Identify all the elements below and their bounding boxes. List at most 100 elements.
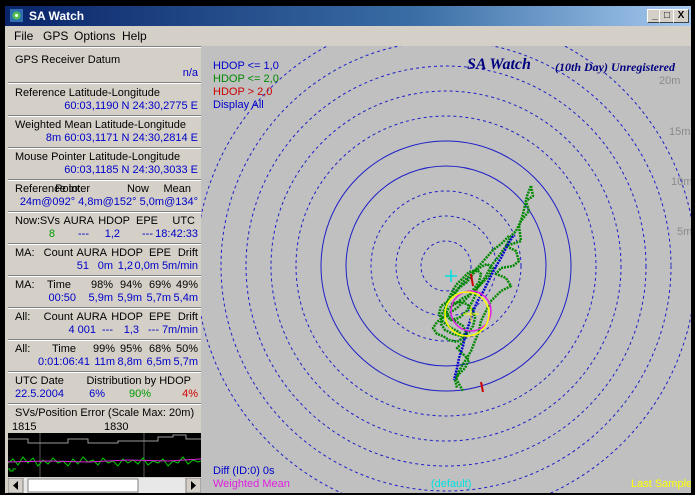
- all-time-h5: 50%: [175, 343, 198, 355]
- ma-count-h3: HDOP: [111, 247, 143, 259]
- utc-date: 22.5.2004: [15, 388, 64, 400]
- all-count-label: All:: [15, 311, 31, 323]
- ma-count-v4: 0,0m: [134, 260, 159, 272]
- weighted-mean-label: Weighted Mean Latitude-Longitude: [15, 119, 187, 131]
- ma-time-h1: Time: [46, 279, 71, 291]
- all-count-v3: 1,3: [123, 324, 139, 336]
- ring-label-20m: 20m: [659, 75, 681, 87]
- weighted-mean-value: 8m 60:03,1171 N 24:30,2814 E: [45, 132, 198, 144]
- menu-options[interactable]: Options: [74, 29, 115, 43]
- all-count-h1: Count: [43, 311, 73, 323]
- position-plot[interactable]: HDOP <= 1,0 HDOP <= 2,0 HDOP > 2,0 Displ…: [201, 46, 691, 493]
- ma-time-h2: 98%: [90, 279, 113, 291]
- ma-time-v3: 5,9m: [117, 292, 142, 304]
- mouse-label: Mouse Pointer Latitude-Longitude: [15, 151, 181, 163]
- all-count-h3: HDOP: [111, 311, 143, 323]
- divider: [8, 339, 201, 341]
- divider: [8, 275, 201, 277]
- close-button[interactable]: X: [673, 9, 689, 23]
- ma-time-label: MA:: [15, 279, 35, 291]
- divider: [8, 371, 201, 373]
- divider: [8, 211, 201, 213]
- menu-file[interactable]: File: [14, 29, 33, 43]
- all-count-v1: 4 001: [68, 324, 96, 336]
- legend-hdop-2[interactable]: HDOP <= 2,0: [213, 73, 279, 85]
- all-time-h1: Time: [51, 343, 76, 355]
- datum-value: n/a: [182, 67, 198, 79]
- ma-count-h2: AURA: [76, 247, 107, 259]
- all-time-v5: 5,7m: [173, 356, 198, 368]
- diff-status: Diff (ID:0) 0s: [213, 465, 275, 477]
- all-count-v2: ---: [102, 324, 113, 336]
- ma-time-v5: 5,4m: [173, 292, 198, 304]
- ma-time-h3: 94%: [119, 279, 142, 291]
- datum-label: GPS Receiver Datum: [15, 54, 121, 66]
- all-count-h4: EPE: [148, 311, 171, 323]
- mouse-value: 60:03,1185 N 24:30,3033 E: [64, 164, 198, 176]
- app-window: SA Watch _ □ X File GPS Options Help GPS…: [5, 6, 691, 493]
- now-h5: UTC: [172, 215, 195, 227]
- all-time-v4: 6,5m: [146, 356, 171, 368]
- menu-gps[interactable]: GPS: [43, 29, 68, 43]
- graph-scrollbar[interactable]: [8, 478, 201, 493]
- track-hdop-3b: [480, 381, 484, 393]
- distribution-label: Distribution by HDOP: [86, 375, 191, 387]
- utc-label: UTC Date: [15, 375, 64, 387]
- divider: [8, 403, 201, 405]
- ma-count-h4: EPE: [148, 247, 171, 259]
- ref-to-h1: Pointer: [55, 183, 90, 195]
- divider: [8, 115, 201, 117]
- now-h1: SVs: [39, 215, 60, 227]
- all-time-h2: 99%: [92, 343, 115, 355]
- ma-count-v1: 51: [76, 260, 89, 272]
- now-utc: 18:42:33: [155, 228, 198, 240]
- all-count-v5: 7m/min: [161, 324, 198, 336]
- weighted-mean-legend: Weighted Mean: [213, 478, 290, 490]
- menu-help[interactable]: Help: [122, 29, 147, 43]
- ma-count-v3: 1,2: [117, 260, 133, 272]
- now-h4: EPE: [135, 215, 158, 227]
- last-sample-legend: Last Sample: [631, 478, 691, 490]
- ring-label-5m: 5m: [677, 226, 691, 238]
- menu-bar: File GPS Options Help: [5, 26, 691, 45]
- ref-to-h3: Mean: [163, 183, 191, 195]
- svs-error-graph: 1815 1830: [8, 419, 201, 477]
- plot-subtitle: (10th Day) Unregistered: [555, 60, 675, 74]
- dist-hdop-3: 4%: [182, 388, 198, 400]
- ring-label-10m: 10m: [671, 176, 691, 188]
- ma-count-v2: 0m: [97, 260, 113, 272]
- divider: [8, 147, 201, 149]
- legend-hdop-3[interactable]: HDOP > 2,0: [213, 86, 272, 98]
- ref-to-values: 24m@092° 4,8m@152° 5,0m@134°: [19, 196, 198, 208]
- all-time-v2: 11m: [94, 356, 115, 368]
- ring-label-15m: 15m: [669, 126, 691, 138]
- ma-time-h4: 69%: [148, 279, 171, 291]
- dist-hdop-2: 90%: [128, 388, 151, 400]
- divider: [8, 179, 201, 181]
- reference-label: Reference Latitude-Longitude: [15, 87, 160, 99]
- all-time-h3: 95%: [119, 343, 142, 355]
- ma-time-v2: 5,9m: [88, 292, 113, 304]
- now-svs: 8: [48, 228, 55, 240]
- ma-count-h5: Drift: [177, 247, 198, 259]
- ma-time-v4: 5,7m: [146, 292, 171, 304]
- ma-time-v1: 00:50: [48, 292, 76, 304]
- graph-tick-1830: 1830: [104, 421, 128, 433]
- ma-time-h5: 49%: [175, 279, 198, 291]
- all-time-v1: 0:01:06:41: [38, 356, 90, 368]
- all-time-v3: 8,8m: [117, 356, 142, 368]
- legend-hdop-1[interactable]: HDOP <= 1,0: [213, 60, 279, 72]
- legend-display-all[interactable]: Display All: [213, 99, 264, 111]
- divider: [8, 46, 201, 48]
- divider: [8, 307, 201, 309]
- now-epe: ---: [142, 228, 153, 240]
- plot-title: SA Watch: [467, 56, 531, 73]
- title-bar[interactable]: SA Watch _ □ X: [5, 6, 691, 26]
- reference-value: 60:03,1190 N 24:30,2775 E: [64, 100, 198, 112]
- all-count-v4: ---: [148, 324, 159, 336]
- all-time-label: All:: [15, 343, 31, 355]
- now-h3: HDOP: [98, 215, 130, 227]
- ma-count-label: MA:: [15, 247, 35, 259]
- satellite-icon: [10, 9, 23, 22]
- now-h2: AURA: [63, 215, 94, 227]
